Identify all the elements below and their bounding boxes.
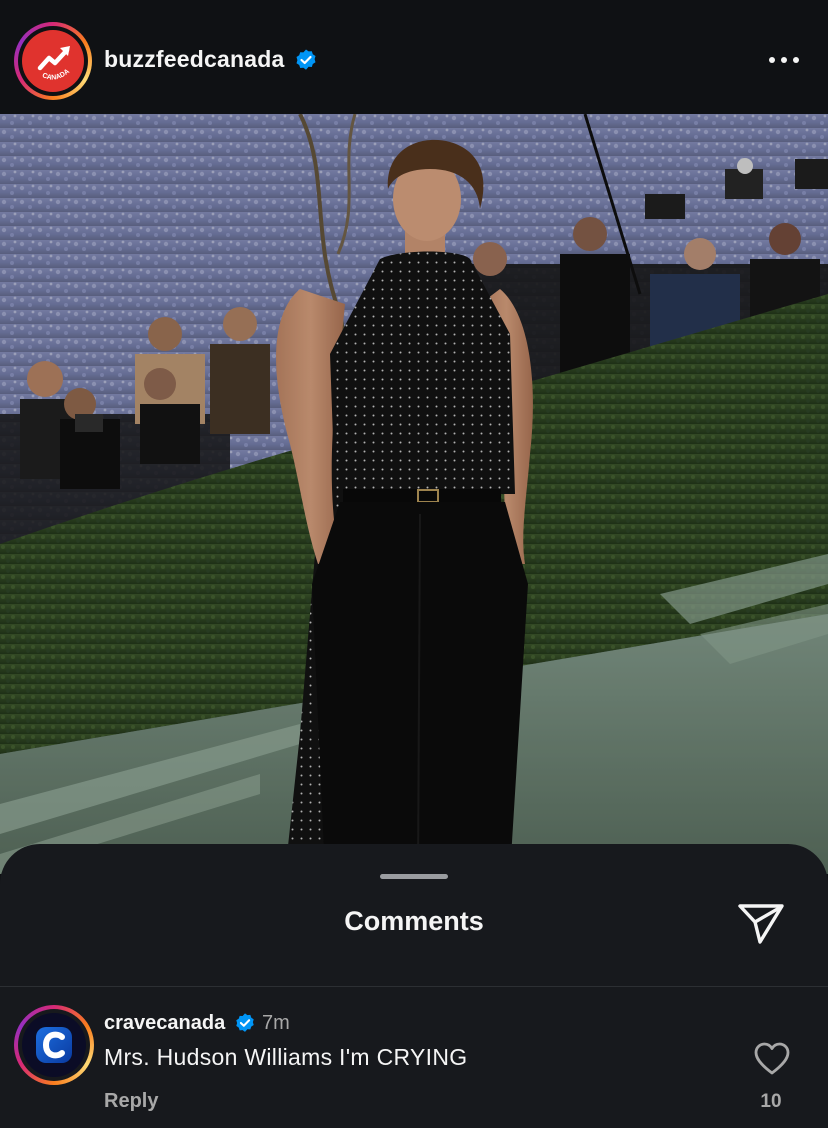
post-header: CANADA buzzfeedcanada	[0, 0, 828, 114]
verified-badge-icon	[296, 49, 316, 70]
verified-badge-icon	[236, 1013, 254, 1032]
comments-sheet: Comments	[0, 844, 828, 1128]
buzzfeedcanada-avatar[interactable]: CANADA	[14, 22, 92, 100]
cravecanada-avatar[interactable]	[14, 1005, 94, 1085]
send-icon[interactable]	[736, 900, 786, 946]
buzzfeed-logo-icon: CANADA	[22, 30, 84, 92]
post-photo[interactable]	[0, 114, 828, 874]
drag-handle[interactable]	[380, 874, 448, 879]
like-count: 10	[760, 1091, 782, 1112]
heart-icon[interactable]	[754, 1042, 790, 1076]
comments-title: Comments	[344, 906, 484, 936]
crave-logo-icon	[22, 1013, 86, 1077]
reply-button[interactable]: Reply	[104, 1090, 158, 1113]
comment-text: Mrs. Hudson Williams I'm CRYING	[104, 1044, 468, 1070]
sheet-divider	[0, 986, 828, 987]
more-options-icon[interactable]	[764, 50, 804, 70]
comment-timestamp: 7m	[262, 1012, 290, 1034]
post-username[interactable]: buzzfeedcanada	[104, 46, 284, 73]
comment-username[interactable]: cravecanada	[104, 1012, 225, 1035]
svg-text:CANADA: CANADA	[41, 68, 71, 82]
